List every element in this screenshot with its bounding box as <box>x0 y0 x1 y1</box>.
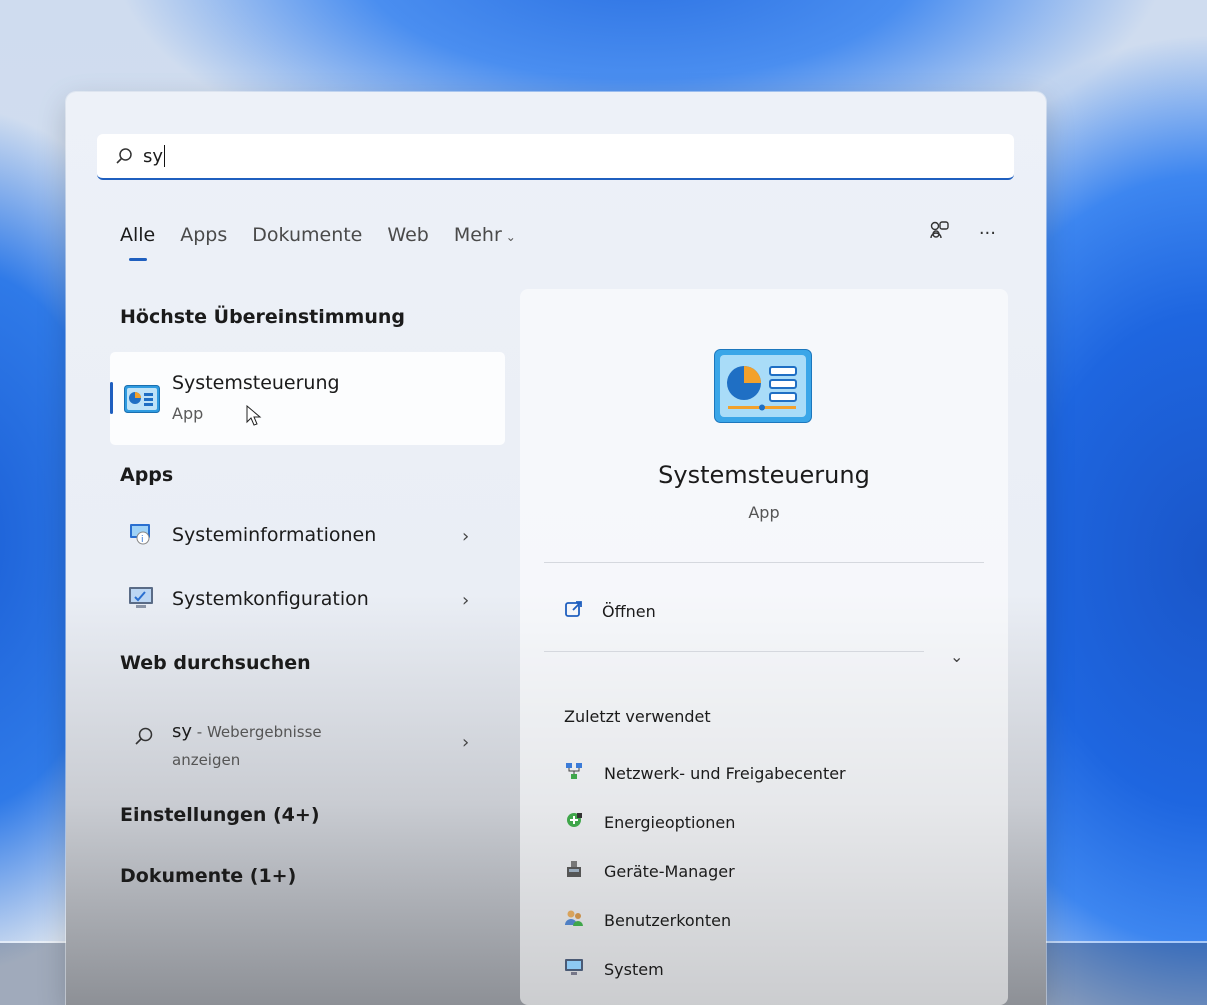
app-label: Systemkonfiguration <box>172 588 369 610</box>
recent-label: Netzwerk- und Freigabecenter <box>604 763 846 783</box>
best-match-item[interactable]: Systemsteuerung App <box>110 352 505 445</box>
system-config-icon <box>128 586 154 614</box>
more-options-icon[interactable]: ··· <box>979 223 996 244</box>
search-panel: sy Alle Apps Dokumente Web Mehr ⌄ ··· Höc… <box>66 92 1046 1005</box>
user-accounts-icon <box>564 908 584 932</box>
web-search-item[interactable]: sy - Webergebnisse anzeigen › <box>110 710 505 780</box>
search-query: sy <box>143 145 164 167</box>
search-icon <box>115 147 133 165</box>
chevron-right-icon[interactable]: › <box>462 526 469 547</box>
text-caret <box>164 145 166 167</box>
recent-item-network[interactable]: Netzwerk- und Freigabecenter <box>564 761 846 785</box>
divider <box>544 651 924 652</box>
filter-tabs: Alle Apps Dokumente Web Mehr ⌄ <box>120 220 541 250</box>
search-icon <box>134 726 154 750</box>
web-query: sy <box>172 721 193 742</box>
search-input[interactable]: sy <box>97 134 1014 180</box>
selection-indicator <box>110 382 113 414</box>
app-item-systeminformationen[interactable]: i Systeminformationen › <box>110 514 505 558</box>
open-action[interactable]: Öffnen <box>564 599 656 623</box>
network-icon <box>564 761 584 785</box>
chevron-right-icon[interactable]: › <box>462 590 469 611</box>
device-manager-icon <box>564 859 584 883</box>
power-options-icon <box>564 810 584 834</box>
top-actions: ··· <box>901 220 996 247</box>
divider <box>544 562 984 563</box>
system-info-icon: i <box>128 522 154 550</box>
tab-apps[interactable]: Apps <box>180 224 227 246</box>
documents-heading[interactable]: Dokumente (1+) <box>120 865 296 887</box>
preview-app-type: App <box>748 503 780 522</box>
recent-item-device-manager[interactable]: Geräte-Manager <box>564 859 735 883</box>
tab-mehr-label: Mehr <box>453 224 502 246</box>
recent-label: Benutzerkonten <box>604 910 732 930</box>
system-icon <box>564 957 584 981</box>
recent-label: Energieoptionen <box>604 812 736 832</box>
control-panel-icon <box>124 385 160 417</box>
recent-item-user-accounts[interactable]: Benutzerkonten <box>564 908 731 932</box>
preview-app-name: Systemsteuerung <box>658 461 870 489</box>
tab-web[interactable]: Web <box>387 224 428 246</box>
chevron-down-icon: ⌄ <box>505 230 516 244</box>
best-match-heading: Höchste Übereinstimmung <box>120 306 405 328</box>
open-label: Öffnen <box>602 601 656 621</box>
app-label: Systeminformationen <box>172 524 377 546</box>
best-match-name: Systemsteuerung <box>172 372 340 394</box>
web-search-heading: Web durchsuchen <box>120 652 311 674</box>
recent-label: Geräte-Manager <box>604 861 735 881</box>
recent-label: System <box>604 959 664 979</box>
recent-item-system[interactable]: System <box>564 957 664 981</box>
share-account-icon[interactable] <box>929 220 951 247</box>
best-match-type: App <box>172 404 204 423</box>
recent-heading: Zuletzt verwendet <box>564 707 711 726</box>
tab-dokumente[interactable]: Dokumente <box>252 224 362 246</box>
mouse-cursor-icon <box>246 404 262 431</box>
svg-text:i: i <box>141 535 144 545</box>
web-search-text: sy - Webergebnisse anzeigen <box>172 718 372 774</box>
chevron-right-icon[interactable]: › <box>462 732 469 753</box>
app-item-systemkonfiguration[interactable]: Systemkonfiguration › <box>110 578 505 622</box>
active-tab-indicator <box>129 258 147 261</box>
apps-heading: Apps <box>120 464 174 486</box>
web-suffix: - Webergebnisse anzeigen <box>172 723 322 769</box>
control-panel-large-icon <box>714 349 812 427</box>
tab-alle[interactable]: Alle <box>120 224 155 246</box>
open-external-icon <box>564 599 584 623</box>
chevron-down-icon[interactable]: ⌄ <box>950 647 963 666</box>
preview-pane: Systemsteuerung App Öffnen ⌄ Zuletzt ver… <box>520 289 1008 1005</box>
tab-mehr[interactable]: Mehr ⌄ <box>454 224 516 246</box>
recent-item-power[interactable]: Energieoptionen <box>564 810 735 834</box>
settings-heading[interactable]: Einstellungen (4+) <box>120 804 320 826</box>
